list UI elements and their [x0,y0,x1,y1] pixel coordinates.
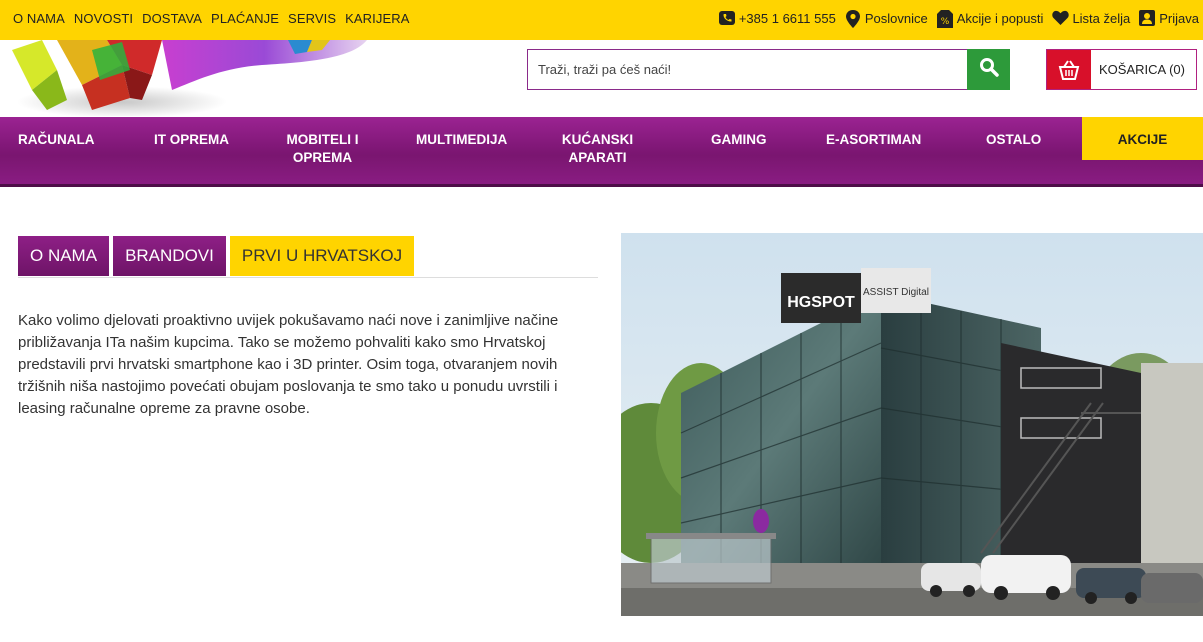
poslovnice-label: Poslovnice [864,10,928,26]
nav-bottom-border [0,184,1203,187]
phone-icon [718,10,735,26]
top-nav: O NAMA NOVOSTI DOSTAVA PLAĆANJE SERVIS K… [13,11,418,26]
nav-multimedija[interactable]: MULTIMEDIJA [416,131,507,149]
prijava-link[interactable]: Prijava [1139,10,1199,26]
lista-zelja-label: Lista želja [1072,10,1131,26]
nav-akcije[interactable]: AKCIJE [1082,117,1203,160]
svg-text:%: % [940,17,949,27]
discount-tag-icon: % [936,10,953,28]
akcije-popusti-link[interactable]: % Akcije i popusti [936,10,1044,28]
main-nav: RAČUNALA IT OPREMA MOBITELI I OPREMA MUL… [0,117,1203,187]
top-bar: O NAMA NOVOSTI DOSTAVA PLAĆANJE SERVIS K… [0,0,1203,40]
phone-label: +385 1 6611 555 [738,10,836,26]
nav-it-oprema[interactable]: IT OPREMA [154,131,229,149]
tab-brandovi[interactable]: BRANDOVI [113,236,226,276]
search-input[interactable] [528,50,967,89]
basket-icon [1047,50,1091,89]
search-button[interactable] [967,49,1010,90]
content-tabs: O NAMA BRANDOVI PRVI U HRVATSKOJ [18,236,418,278]
tab-divider [18,277,598,278]
nav-e-asortiman[interactable]: E-ASORTIMAN [826,131,921,149]
search-icon [979,57,999,82]
lista-zelja-link[interactable]: Lista želja [1052,10,1130,26]
heart-icon [1052,10,1070,26]
user-icon [1139,10,1156,26]
top-links: +385 1 6611 555 Poslovnice % Akcije i po… [710,10,1199,28]
topnav-o-nama[interactable]: O NAMA [13,11,65,26]
nav-mobiteli-oprema[interactable]: MOBITELI I OPREMA [280,131,365,167]
phone-link[interactable]: +385 1 6611 555 [718,10,836,26]
cart-label: KOŠARICA (0) [1099,62,1185,77]
nav-gaming[interactable]: GAMING [711,131,767,149]
building-photo: HGSPOT ASSIST Digital [621,233,1203,616]
sign-main-text: HGSPOT [787,294,855,311]
nav-racunala[interactable]: RAČUNALA [18,131,95,149]
sign-side-text: ASSIST Digital [863,287,929,298]
site-logo[interactable] [12,40,367,116]
tab-prvi-u-hrvatskoj[interactable]: PRVI U HRVATSKOJ [229,236,415,276]
topnav-novosti[interactable]: NOVOSTI [74,11,133,26]
location-pin-icon [845,10,861,28]
topnav-placanje[interactable]: PLAĆANJE [211,11,279,26]
poslovnice-link[interactable]: Poslovnice [845,10,928,28]
akcije-popusti-label: Akcije i popusti [956,10,1044,26]
search-box [527,49,967,90]
topnav-servis[interactable]: SERVIS [288,11,336,26]
topnav-karijera[interactable]: KARIJERA [345,11,409,26]
prijava-label: Prijava [1159,10,1199,26]
tab-o-nama[interactable]: O NAMA [18,236,110,276]
nav-kucanski-aparati[interactable]: KUĆANSKI APARATI [550,131,645,167]
cart-button[interactable]: KOŠARICA (0) [1046,49,1197,90]
tab-content-text: Kako volimo djelovati proaktivno uvijek … [18,312,559,417]
topnav-dostava[interactable]: DOSTAVA [142,11,202,26]
nav-ostalo[interactable]: OSTALO [986,131,1041,149]
